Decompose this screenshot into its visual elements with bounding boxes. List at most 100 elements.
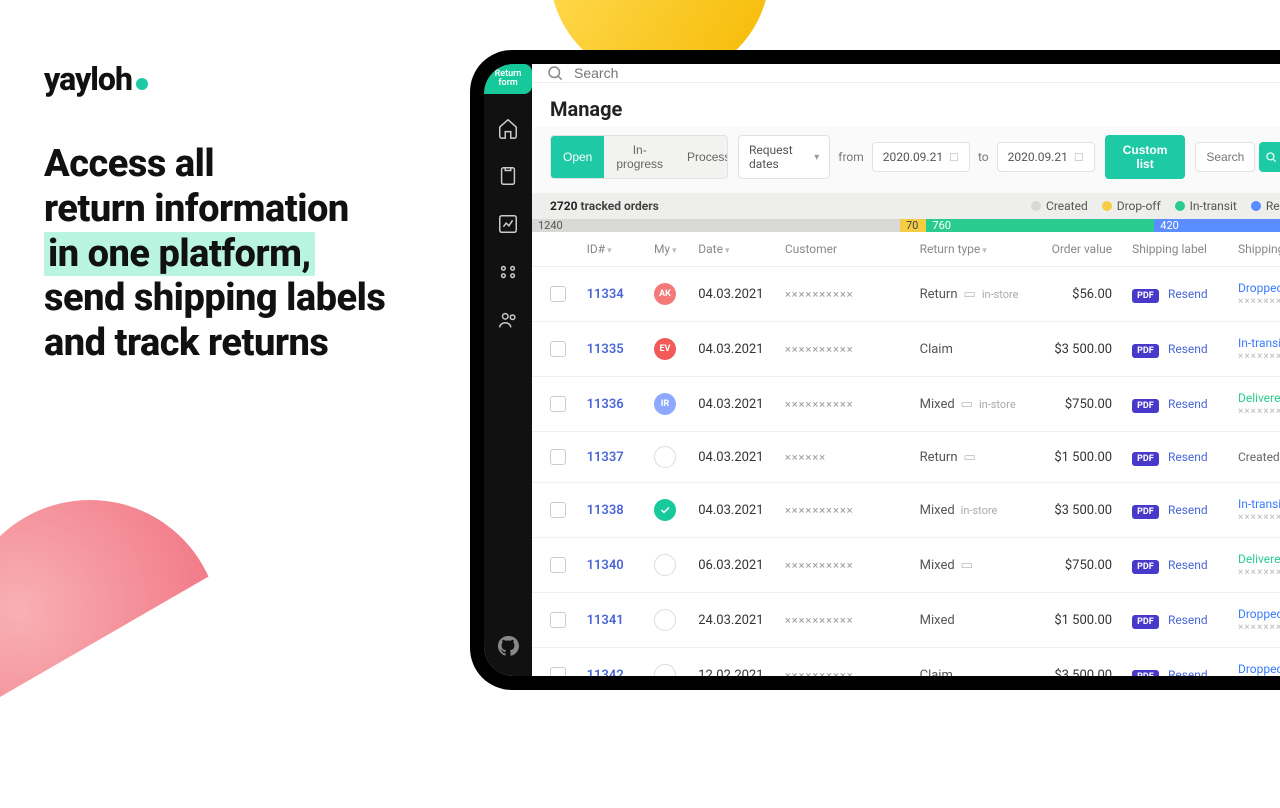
request-dates-dropdown[interactable]: Request dates ▾ [738,135,830,179]
brand-name: yayloh [44,60,132,98]
date-from-input[interactable]: 2020.09.21 ☐ [872,142,970,172]
row-shipping-status: In-transit×××××××××× [1238,497,1280,523]
resend-link[interactable]: Resend [1168,342,1208,356]
row-checkbox[interactable] [550,449,566,465]
row-checkbox[interactable] [550,557,566,573]
col-my[interactable]: My▾ [654,242,698,256]
order-id-link[interactable]: 11338 [587,503,624,518]
col-shipping-status[interactable]: Shipping sta [1238,242,1280,256]
order-id-link[interactable]: 11335 [587,342,624,357]
resend-link[interactable]: Resend [1168,613,1208,627]
table-body: 11334 AK 04.03.2021 ×××××××××× Return ▭ … [532,267,1280,676]
tab-processed[interactable]: Processed [675,136,728,178]
calendar-icon: ☐ [1074,151,1084,164]
home-icon[interactable] [496,116,520,140]
row-customer: ×××××××××× [785,343,920,356]
avatar-empty [654,446,676,468]
resend-link[interactable]: Resend [1168,503,1208,517]
pdf-badge[interactable]: PDF [1132,505,1159,519]
table-search-input[interactable] [1195,142,1255,172]
clipboard-icon[interactable] [496,164,520,188]
date-to-input[interactable]: 2020.09.21 ☐ [997,142,1095,172]
pdf-badge[interactable]: PDF [1132,615,1159,629]
status-distribution-bar: 1240 70 760 420 [532,219,1280,232]
col-shipping-label[interactable]: Shipping label [1132,242,1238,256]
col-return-type[interactable]: Return type▾ [920,242,1045,256]
row-order-value: $750.00 [1045,558,1132,573]
pdf-badge[interactable]: PDF [1132,670,1159,677]
main-panel: Manage Open In-progress Processed Reques… [532,64,1280,676]
row-order-value: $3 500.00 [1045,342,1132,357]
pdf-badge[interactable]: PDF [1132,289,1159,303]
bar-segment-received: 420 [1154,219,1280,232]
github-icon[interactable] [496,634,520,658]
order-id-link[interactable]: 11342 [587,668,624,677]
page-title: Manage [532,83,1280,127]
row-shipping-label: PDF Resend [1132,503,1238,518]
pdf-badge[interactable]: PDF [1132,399,1159,413]
avatar-empty [654,554,676,576]
order-id-link[interactable]: 11341 [587,613,624,628]
custom-list-button[interactable]: Custom list [1105,135,1186,179]
users-icon[interactable] [496,308,520,332]
order-id-link[interactable]: 11334 [587,287,624,302]
avatar: IR [654,393,676,415]
col-order-value[interactable]: Order value [1045,242,1132,256]
resend-link[interactable]: Resend [1168,287,1208,301]
legend-created: Created [1031,199,1088,213]
bar-segment-created: 1240 [532,219,900,232]
table-row[interactable]: 11340 06.03.2021 ×××××××××× Mixed ▭ $750… [532,538,1280,593]
table-row[interactable]: 11337 04.03.2021 ×××××× Return ▭ $1 500.… [532,432,1280,483]
global-search [532,64,1280,83]
table-row[interactable]: 11338 04.03.2021 ×××××××××× Mixed in-sto… [532,483,1280,538]
decor-pink-blob [0,452,268,807]
row-date: 04.03.2021 [698,287,785,302]
pdf-badge[interactable]: PDF [1132,344,1159,358]
table-row[interactable]: 11342 12.02.2021 ×××××××××× Claim $3 500… [532,648,1280,676]
settings-icon[interactable] [496,260,520,284]
table-row[interactable]: 11335 EV 04.03.2021 ×××××××××× Claim $3 … [532,322,1280,377]
resend-link[interactable]: Resend [1168,668,1208,677]
row-return-type: Mixed in-store [920,503,1045,518]
row-checkbox[interactable] [550,396,566,412]
row-checkbox[interactable] [550,667,566,676]
row-checkbox[interactable] [550,286,566,302]
row-checkbox[interactable] [550,612,566,628]
row-date: 04.03.2021 [698,342,785,357]
table-row[interactable]: 11334 AK 04.03.2021 ×××××××××× Return ▭ … [532,267,1280,322]
row-shipping-label: PDF Resend [1132,558,1238,573]
order-id-link[interactable]: 11336 [587,397,624,412]
message-icon: ▭ [964,287,976,302]
return-form-tab[interactable]: Return form [484,64,532,94]
resend-link[interactable]: Resend [1168,558,1208,572]
table-row[interactable]: 11341 24.03.2021 ×××××××××× Mixed $1 500… [532,593,1280,648]
order-id-link[interactable]: 11340 [587,558,624,573]
toolbar: Open In-progress Processed Request dates… [532,127,1280,193]
tab-in-progress[interactable]: In-progress [604,136,675,178]
app-screen: Return form Manage Open In-progress Proc… [484,64,1280,676]
order-id-link[interactable]: 11337 [587,450,624,465]
search-input[interactable] [574,65,1280,81]
row-order-value: $1 500.00 [1045,450,1132,465]
col-date[interactable]: Date▾ [698,242,785,256]
tab-open[interactable]: Open [551,136,604,178]
status-tabs: Open In-progress Processed [550,135,728,179]
resend-link[interactable]: Resend [1168,450,1208,464]
row-checkbox[interactable] [550,502,566,518]
resend-link[interactable]: Resend [1168,397,1208,411]
pdf-badge[interactable]: PDF [1132,452,1159,466]
col-id[interactable]: ID#▾ [587,242,654,256]
row-checkbox[interactable] [550,341,566,357]
avatar: EV [654,338,676,360]
instore-badge: in-store [982,288,1019,301]
table-search-button[interactable] [1259,142,1280,172]
row-order-value: $1 500.00 [1045,613,1132,628]
to-label: to [978,150,989,164]
table-row[interactable]: 11336 IR 04.03.2021 ×××××××××× Mixed ▭ i… [532,377,1280,432]
pdf-badge[interactable]: PDF [1132,560,1159,574]
row-shipping-status: Delivered×××××××××× [1238,391,1280,417]
avatar-empty [654,664,676,676]
analytics-icon[interactable] [496,212,520,236]
bar-segment-dropoff: 70 [900,219,926,232]
col-customer[interactable]: Customer [785,242,920,256]
